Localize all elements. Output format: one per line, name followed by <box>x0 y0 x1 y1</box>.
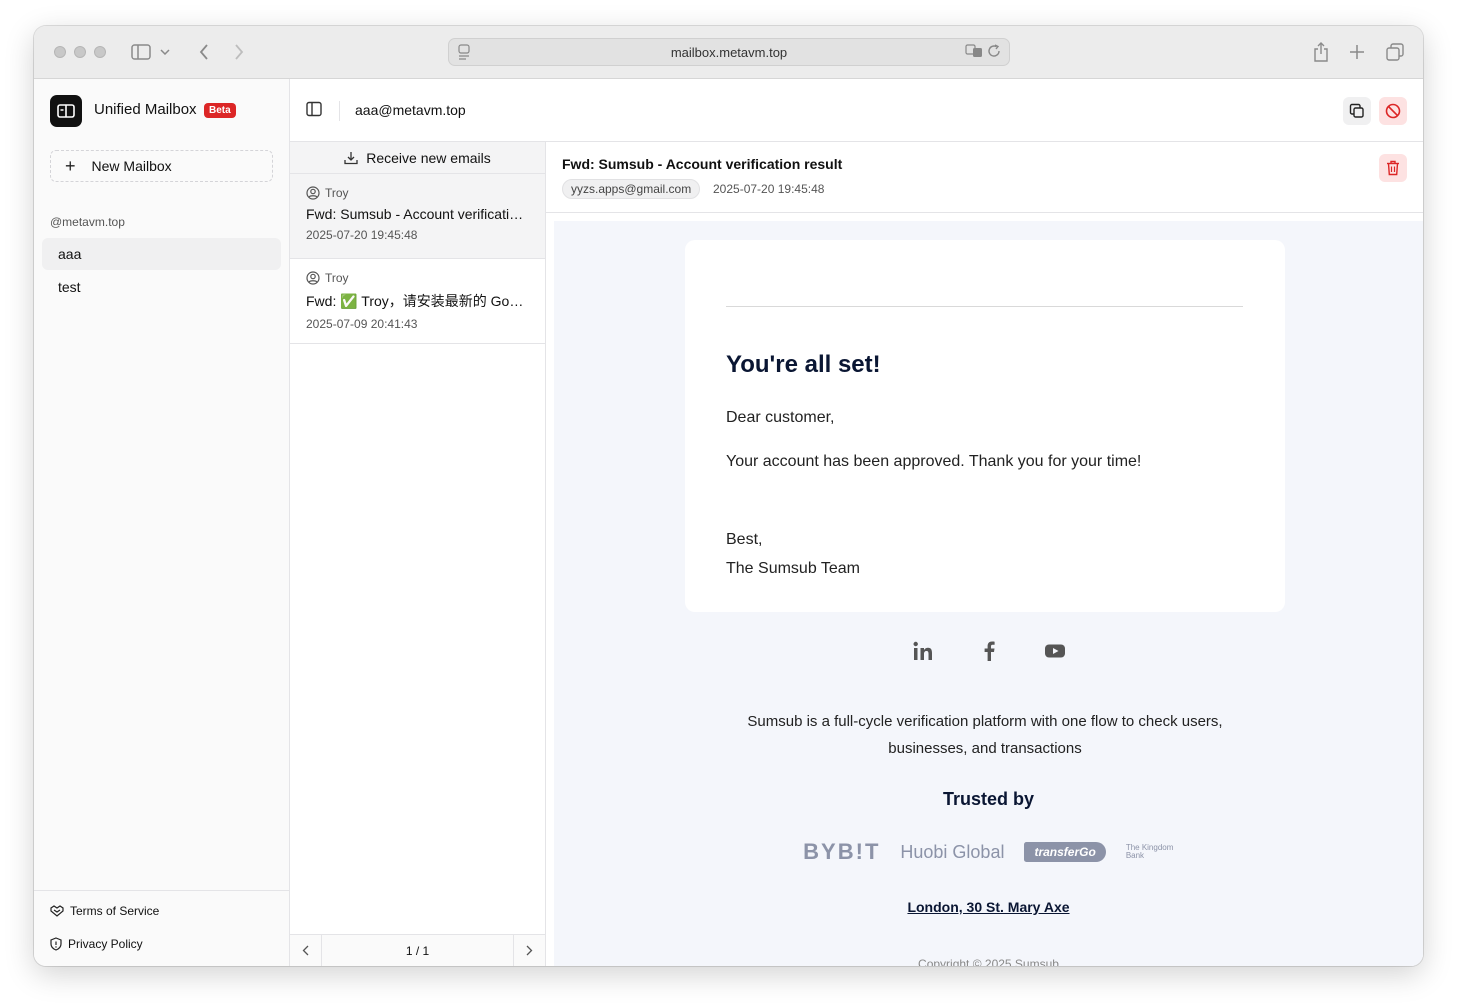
copy-icon <box>1349 103 1364 118</box>
email-date: 2025-07-09 20:41:43 <box>306 317 418 331</box>
transfergo-logo: transferGo <box>1024 842 1106 862</box>
email-message: Your account has been approved. Thank yo… <box>726 453 1142 470</box>
email-greeting: Dear customer, <box>726 409 835 426</box>
header-divider <box>339 101 340 121</box>
mailbox-label: aaa <box>58 246 82 262</box>
page-indicator: 1 / 1 <box>405 943 430 958</box>
divider <box>726 306 1243 307</box>
email-sender: Troy <box>325 271 349 285</box>
share-icon[interactable] <box>1308 40 1334 64</box>
next-page-button[interactable] <box>513 934 545 966</box>
chevron-left-icon <box>302 945 309 956</box>
delete-email-button[interactable] <box>1379 154 1407 182</box>
kingdom-bank-logo: The Kingdom Bank <box>1125 843 1174 860</box>
block-mailbox-button[interactable] <box>1379 97 1407 125</box>
prev-page-button[interactable] <box>290 934 322 966</box>
linkedin-icon[interactable] <box>912 641 934 666</box>
email-header: Fwd: Sumsub - Account verification resul… <box>546 142 1423 213</box>
browser-window: mailbox.metavm.top Unified Mailbox Beta … <box>34 26 1423 966</box>
user-circle-icon <box>306 271 320 285</box>
email-list-item[interactable]: Troy Fwd: Sumsub - Account verification … <box>290 174 545 259</box>
user-circle-icon <box>306 186 320 200</box>
ban-icon <box>1385 103 1401 119</box>
handshake-icon <box>50 905 64 917</box>
download-icon <box>344 151 358 164</box>
company-tagline: Sumsub is a full-cycle verification plat… <box>747 713 1223 757</box>
zoom-window-button[interactable] <box>94 46 106 58</box>
sender-chip: yyzs.apps@gmail.com <box>562 179 701 199</box>
reload-icon[interactable] <box>987 44 1001 61</box>
current-mailbox-address: aaa@metavm.top <box>355 102 466 118</box>
minimize-window-button[interactable] <box>74 46 86 58</box>
beta-badge: Beta <box>204 103 236 118</box>
copyright-text: Copyright © 2025 Sumsub <box>918 957 1059 966</box>
mailbox-item-aaa[interactable]: aaa <box>42 238 281 270</box>
email-date: 2025-07-20 19:45:48 <box>306 228 418 242</box>
app-logo-icon <box>50 95 82 127</box>
email-subject: Fwd: Sumsub - Account verification resul… <box>306 206 529 222</box>
chevron-right-icon <box>526 945 533 956</box>
chevron-down-icon[interactable] <box>158 40 172 64</box>
email-card: You're all set! Dear customer, Your acco… <box>685 240 1285 612</box>
new-tab-icon[interactable] <box>1344 40 1370 64</box>
huobi-logo: Huobi Global <box>900 841 1005 862</box>
email-signature: The Sumsub Team <box>726 560 860 577</box>
trusted-by-heading: Trusted by <box>942 789 1035 809</box>
sidebar-footer: Terms of Service Privacy Policy <box>34 890 289 966</box>
email-list: Receive new emails Troy Fwd: Sumsub - Ac… <box>290 142 546 966</box>
close-window-button[interactable] <box>54 46 66 58</box>
email-date: 2025-07-20 19:45:48 <box>713 182 825 196</box>
email-heading: You're all set! <box>726 351 881 378</box>
trash-icon <box>1387 160 1399 176</box>
company-address[interactable]: London, 30 St. Mary Axe <box>554 899 1423 915</box>
domain-group-label: @metavm.top <box>50 215 125 229</box>
app-title: Unified Mailbox <box>94 101 197 118</box>
email-subject: Fwd: ✅ Troy，请安装最新的 Google Authenticator <box>306 293 529 309</box>
terms-link[interactable]: Terms of Service <box>50 904 159 918</box>
sidebar-toggle-icon[interactable] <box>128 40 154 64</box>
forward-arrow-icon[interactable] <box>226 40 252 64</box>
email-subject: Fwd: Sumsub - Account verification resul… <box>562 156 843 172</box>
email-sender: Troy <box>325 186 349 200</box>
mailbox-header: aaa@metavm.top <box>290 79 1423 142</box>
url-text: mailbox.metavm.top <box>670 44 788 60</box>
new-mailbox-label: New Mailbox <box>91 158 172 174</box>
brand-logos: BYB!T Huobi Global transferGo The Kingdo… <box>554 839 1423 865</box>
tab-overview-icon[interactable] <box>1382 40 1408 64</box>
youtube-icon[interactable] <box>1044 641 1066 666</box>
receive-label: Receive new emails <box>366 149 491 166</box>
translate-icon[interactable] <box>965 44 983 61</box>
privacy-label: Privacy Policy <box>68 937 143 951</box>
back-arrow-icon[interactable] <box>191 40 217 64</box>
mailbox-item-test[interactable]: test <box>42 271 281 303</box>
copy-address-button[interactable] <box>1343 97 1371 125</box>
sidebar: Unified Mailbox Beta + New Mailbox @meta… <box>34 79 290 966</box>
email-reader: Fwd: Sumsub - Account verification resul… <box>546 142 1423 966</box>
new-mailbox-button[interactable]: + New Mailbox <box>50 150 273 182</box>
bybit-logo: BYB!T <box>803 839 881 864</box>
panel-toggle-icon[interactable] <box>306 101 322 122</box>
browser-toolbar: mailbox.metavm.top <box>34 26 1423 79</box>
facebook-icon[interactable] <box>982 641 996 666</box>
email-body: You're all set! Dear customer, Your acco… <box>554 221 1423 966</box>
mailbox-label: test <box>58 279 81 295</box>
address-bar[interactable]: mailbox.metavm.top <box>448 38 1010 66</box>
email-signoff: Best, <box>726 531 763 548</box>
receive-new-emails-button[interactable]: Receive new emails <box>290 142 545 174</box>
social-links <box>554 641 1423 666</box>
privacy-link[interactable]: Privacy Policy <box>50 937 143 951</box>
terms-label: Terms of Service <box>70 904 160 918</box>
plus-icon: + <box>65 155 76 176</box>
email-list-item[interactable]: Troy Fwd: ✅ Troy，请安装最新的 Google Authentic… <box>290 259 545 344</box>
page-settings-icon[interactable] <box>457 44 471 63</box>
shield-icon <box>50 937 62 951</box>
pagination: 1 / 1 <box>290 934 545 966</box>
